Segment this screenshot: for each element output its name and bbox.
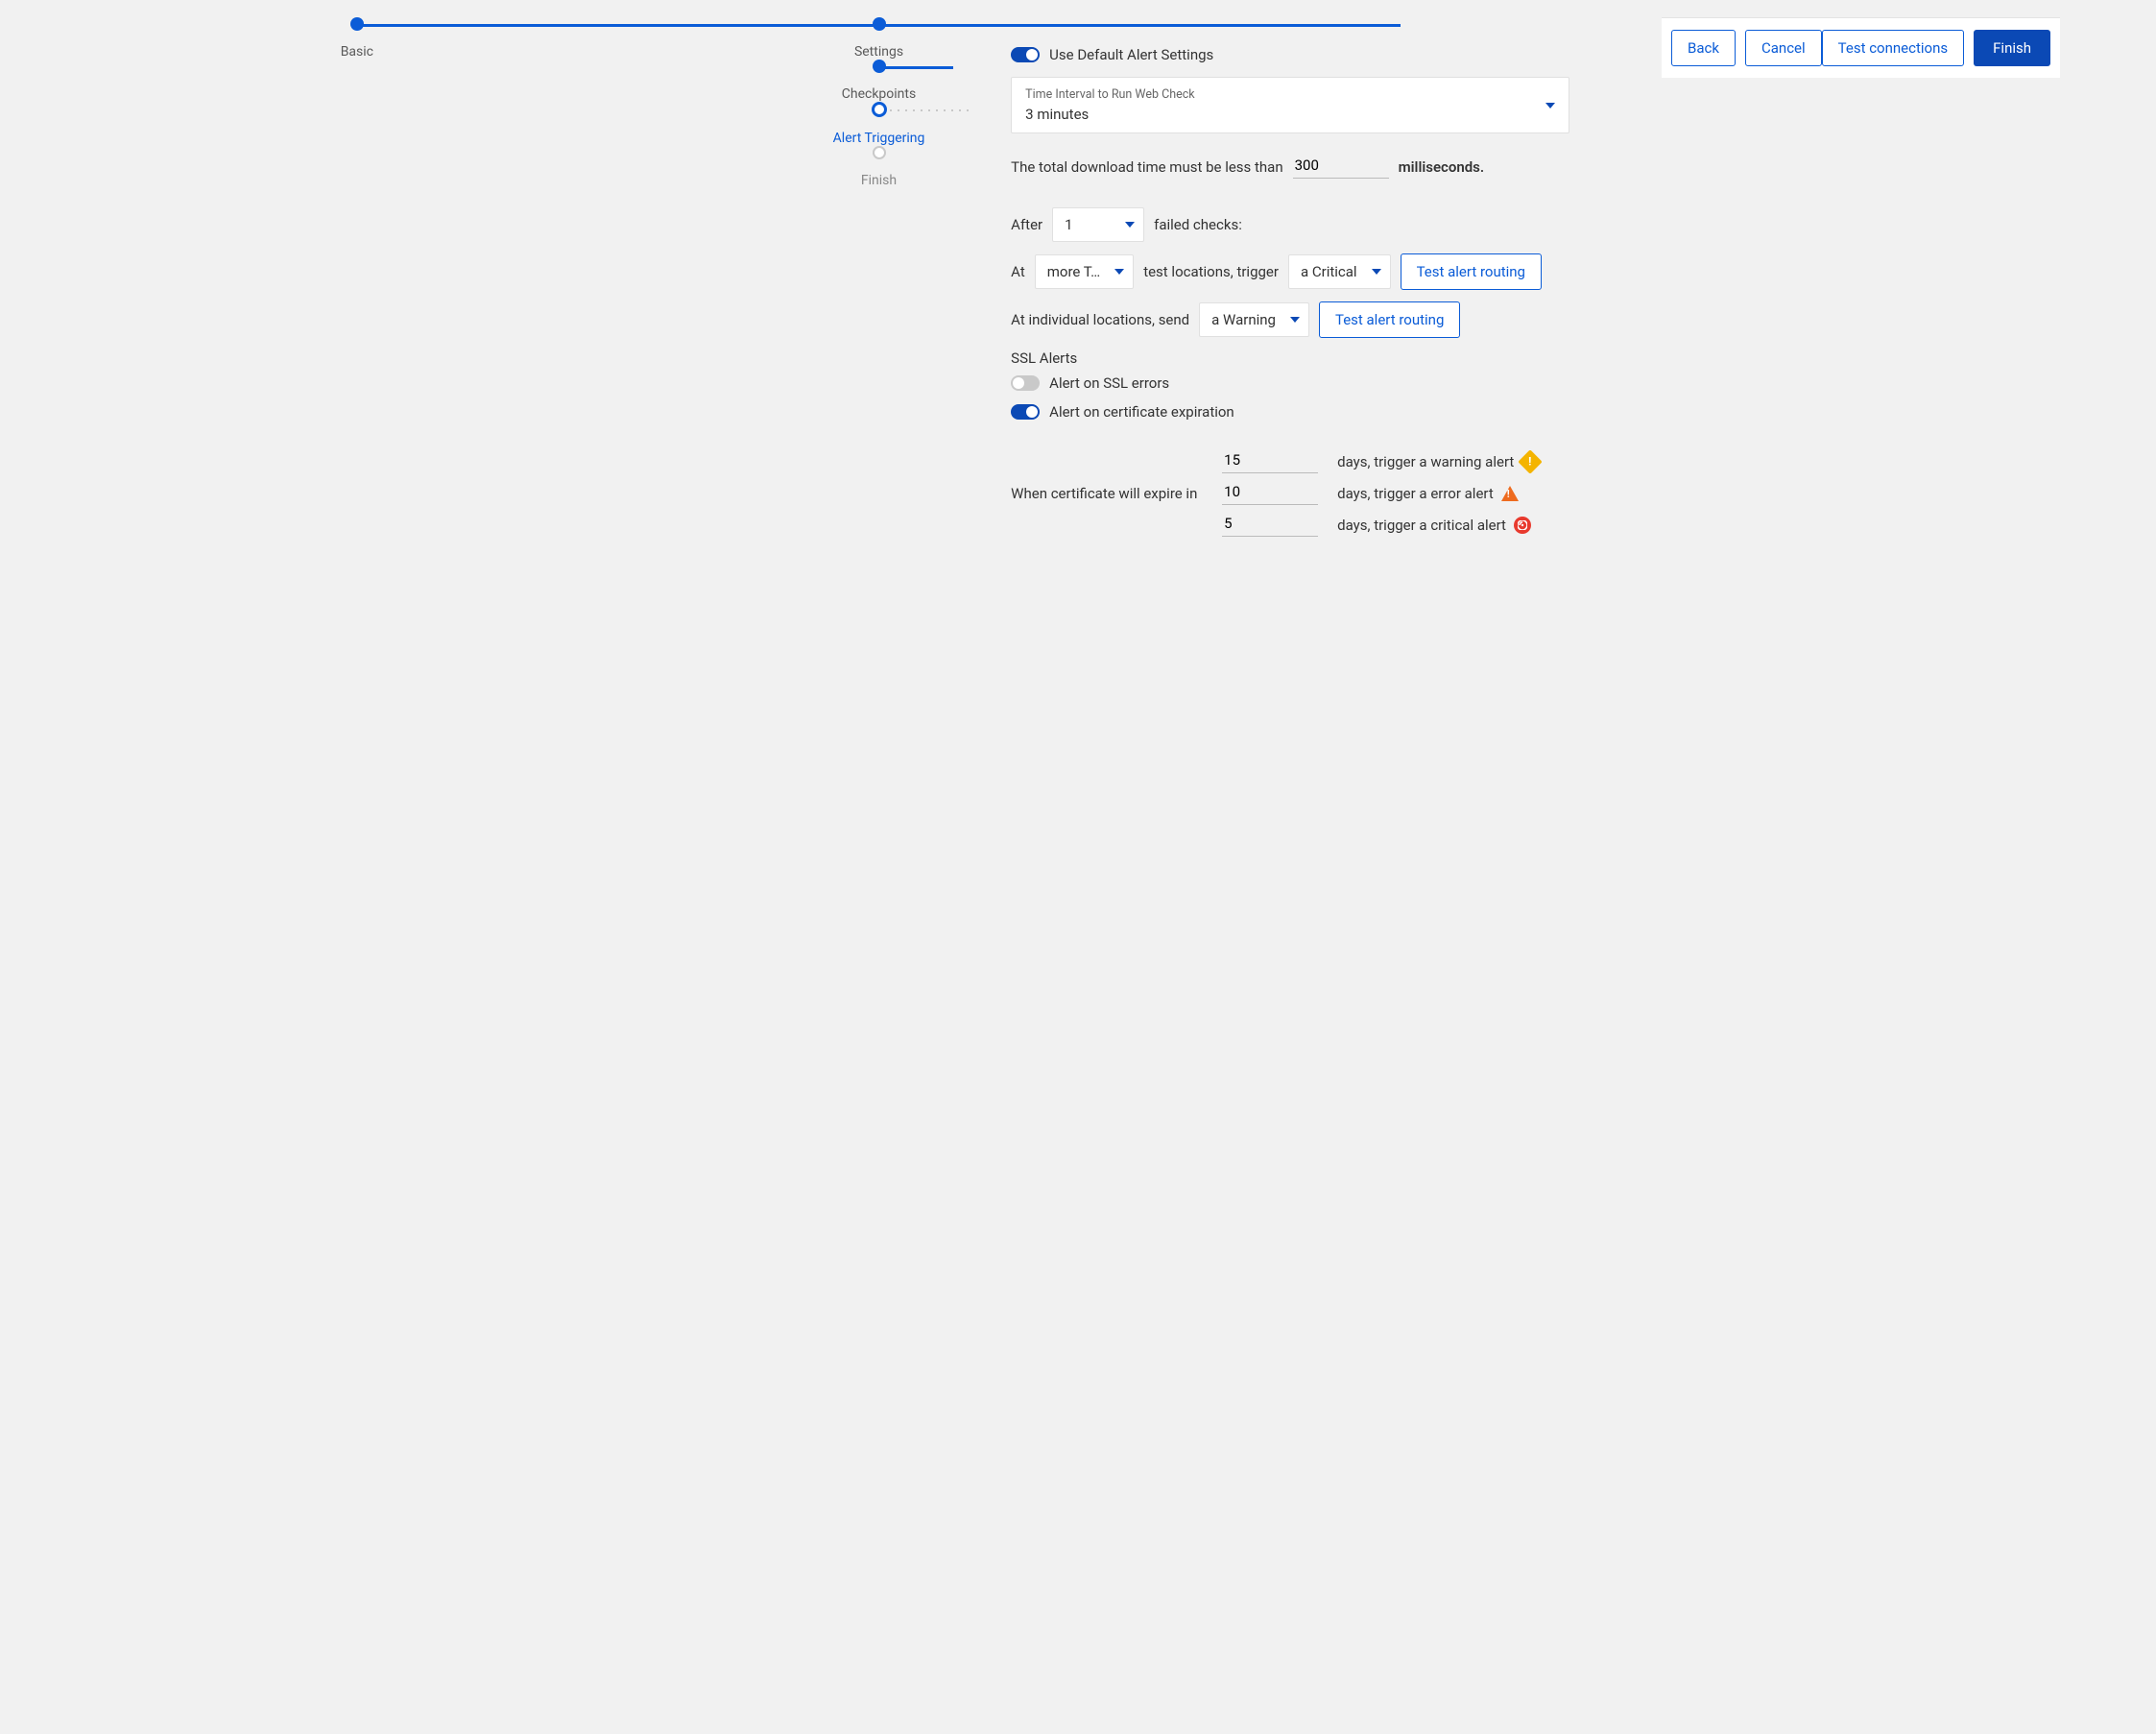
interval-select[interactable]: Time Interval to Run Web Check 3 minutes: [1011, 77, 1569, 133]
finish-button[interactable]: Finish: [1974, 30, 2050, 66]
toggle-alert-cert-expiration[interactable]: [1011, 404, 1040, 420]
error-icon: !: [1501, 486, 1519, 501]
step-dot-alert: [872, 102, 887, 117]
chevron-down-icon: [1290, 317, 1300, 323]
step-dot-finish: [873, 146, 886, 159]
failed-count-value: 1: [1065, 216, 1072, 233]
wizard-stepper: Basic Settings Checkpoints Alert Trigger…: [0, 0, 2156, 552]
back-button[interactable]: Back: [1671, 30, 1736, 66]
interval-value: 3 minutes: [1025, 106, 1555, 123]
cert-critical-days-input[interactable]: [1222, 513, 1318, 537]
step-dot-basic: [350, 17, 364, 31]
chevron-down-icon: [1545, 103, 1555, 108]
cert-lead-text: When certificate will expire in: [1011, 485, 1212, 502]
failed-count-select[interactable]: 1: [1052, 207, 1144, 242]
locations-select[interactable]: more T…: [1035, 254, 1134, 289]
download-post-text: milliseconds.: [1399, 158, 1485, 176]
cert-warning-text: days, trigger a warning alert: [1337, 453, 1514, 470]
step-checkpoints[interactable]: Checkpoints: [842, 60, 916, 102]
chevron-down-icon: [1372, 269, 1381, 275]
individual-severity-value: a Warning: [1211, 311, 1276, 328]
toggle-alert-ssl-errors[interactable]: [1011, 375, 1040, 391]
after-label: After: [1011, 216, 1042, 233]
location-severity-value: a Critical: [1301, 263, 1357, 280]
step-label-settings: Settings: [854, 44, 903, 60]
toggle-use-default-alerts[interactable]: [1011, 47, 1040, 62]
cert-error-text: days, trigger a error alert: [1337, 485, 1494, 502]
interval-label: Time Interval to Run Web Check: [1025, 87, 1555, 102]
locations-post-text: test locations, trigger: [1143, 263, 1279, 280]
step-basic[interactable]: Basic: [96, 17, 618, 60]
critical-icon: [1514, 517, 1531, 534]
step-dot-settings: [873, 17, 886, 31]
individual-pre-text: At individual locations, send: [1011, 311, 1189, 328]
failed-post-text: failed checks:: [1154, 216, 1242, 233]
chevron-down-icon: [1125, 222, 1135, 228]
step-alert-triggering[interactable]: Alert Triggering: [833, 102, 925, 146]
test-alert-routing-button-2[interactable]: Test alert routing: [1319, 301, 1460, 338]
cert-error-days-input[interactable]: [1222, 481, 1318, 505]
chevron-down-icon: [1114, 269, 1124, 275]
location-severity-select[interactable]: a Critical: [1288, 254, 1391, 289]
step-label-checkpoints: Checkpoints: [842, 86, 916, 102]
at-label: At: [1011, 263, 1025, 280]
ssl-alerts-header: SSL Alerts: [1011, 349, 1569, 367]
cancel-button[interactable]: Cancel: [1745, 30, 1822, 66]
individual-severity-select[interactable]: a Warning: [1199, 302, 1309, 337]
locations-value: more T…: [1047, 263, 1100, 280]
step-label-basic: Basic: [341, 44, 373, 60]
cert-critical-text: days, trigger a critical alert: [1337, 517, 1506, 534]
toggle-ssl-error-label: Alert on SSL errors: [1049, 374, 1169, 392]
warning-icon: !: [1519, 449, 1543, 473]
step-finish: Finish: [861, 146, 897, 188]
test-connections-button[interactable]: Test connections: [1822, 30, 1964, 66]
step-dot-checkpoints: [873, 60, 886, 73]
test-alert-routing-button-1[interactable]: Test alert routing: [1401, 253, 1542, 290]
download-time-input[interactable]: [1293, 155, 1389, 179]
step-label-alert: Alert Triggering: [833, 131, 925, 146]
wizard-footer: Back Cancel Test connections Finish: [1662, 17, 2060, 78]
step-label-finish: Finish: [861, 173, 897, 188]
toggle-cert-exp-label: Alert on certificate expiration: [1049, 403, 1234, 421]
cert-warning-days-input[interactable]: [1222, 449, 1318, 473]
